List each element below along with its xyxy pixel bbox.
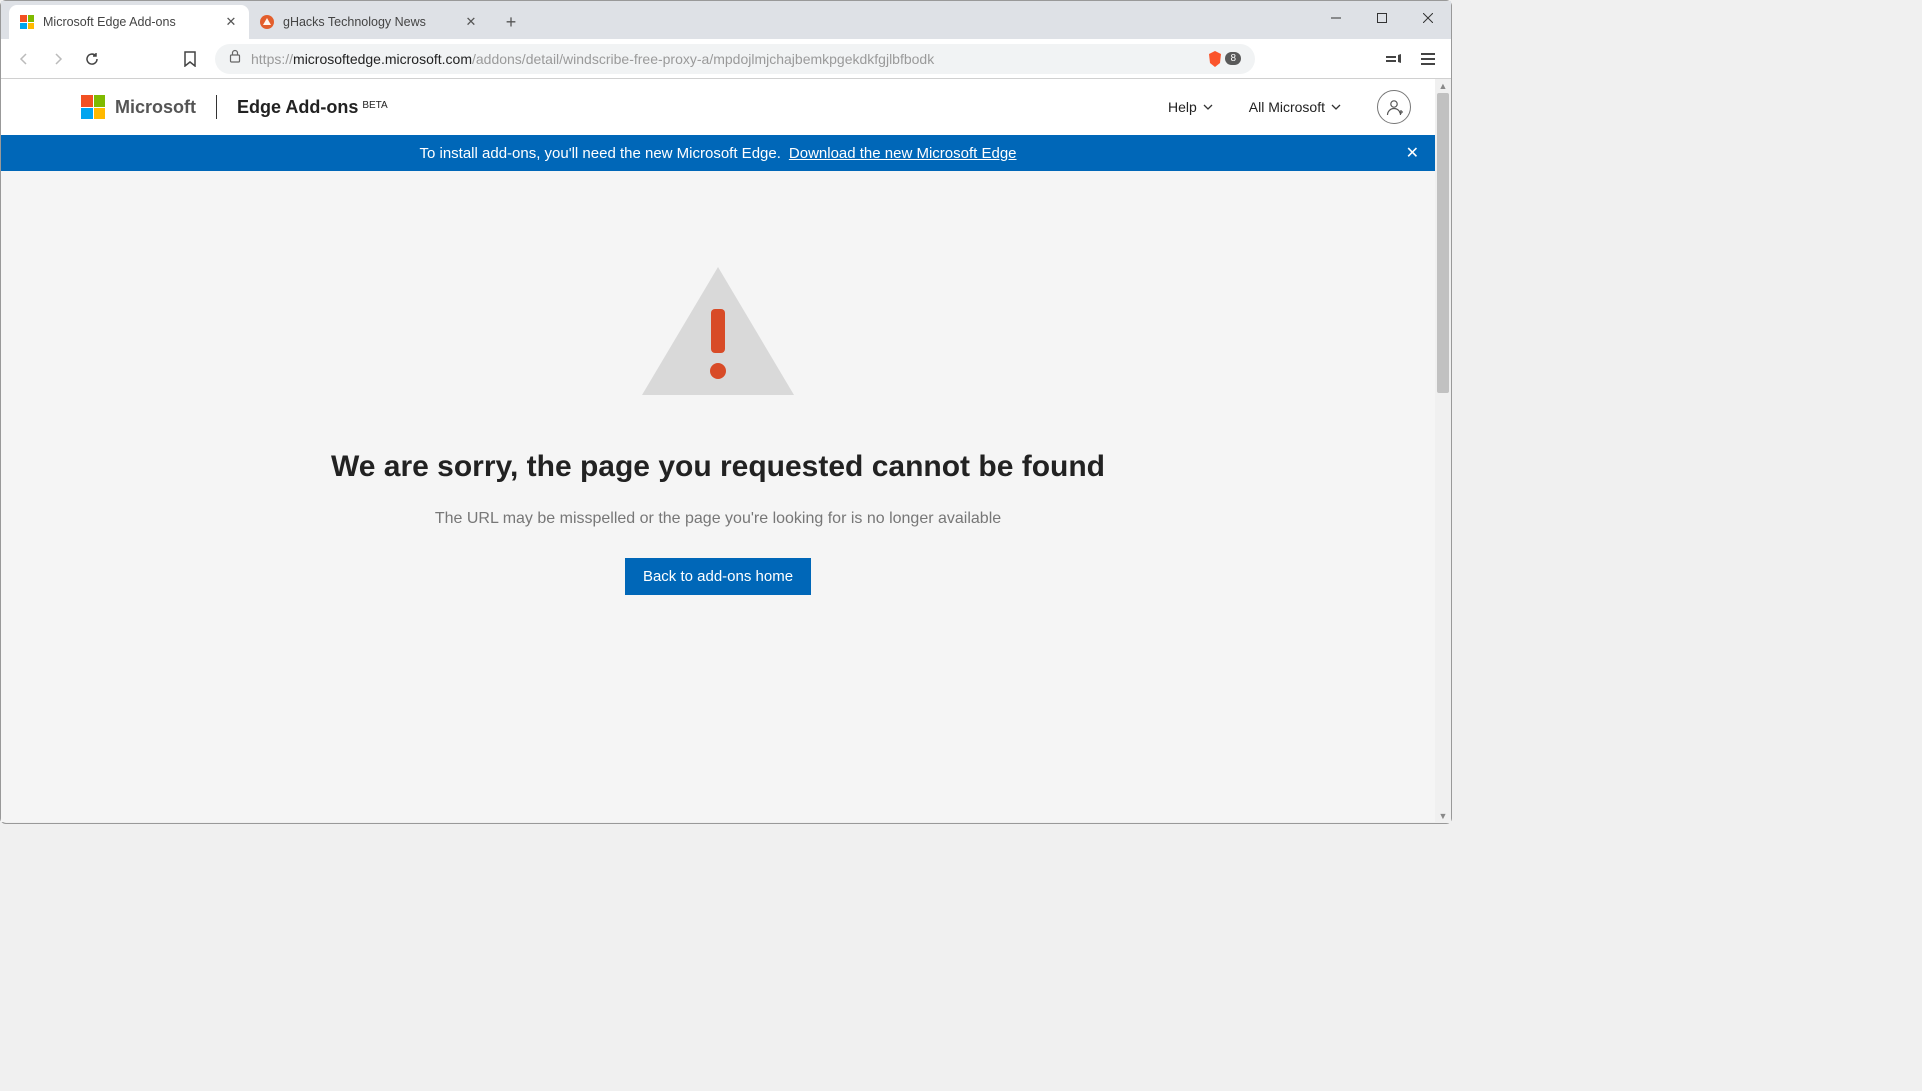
media-control-button[interactable] [1379, 44, 1409, 74]
brave-count-badge: 8 [1225, 52, 1241, 65]
site-header: Microsoft Edge Add-ons BETA Help All Mic… [1, 79, 1435, 135]
tab-strip: Microsoft Edge Add-ons ✕ gHacks Technolo… [1, 1, 1451, 39]
help-label: Help [1168, 99, 1197, 115]
warning-icon [638, 261, 798, 406]
bookmark-button[interactable] [175, 44, 205, 74]
error-title: We are sorry, the page you requested can… [1, 450, 1435, 484]
microsoft-brand-text: Microsoft [115, 97, 196, 118]
chevron-down-icon [1203, 104, 1213, 110]
ms-logo-icon [19, 14, 35, 30]
chevron-down-icon [1331, 104, 1341, 110]
brave-shields-icon[interactable]: 8 [1207, 50, 1241, 68]
download-banner: To install add-ons, you'll need the new … [1, 135, 1435, 171]
url-host: microsoftedge.microsoft.com [293, 51, 472, 67]
scroll-down-arrow-icon[interactable]: ▼ [1435, 809, 1451, 823]
help-link[interactable]: Help [1168, 99, 1213, 115]
toolbar: https://microsoftedge.microsoft.com/addo… [1, 39, 1451, 79]
banner-text: To install add-ons, you'll need the new … [419, 145, 780, 162]
forward-button[interactable] [43, 44, 73, 74]
all-microsoft-label: All Microsoft [1249, 99, 1325, 115]
vertical-scrollbar[interactable]: ▲ ▼ [1435, 79, 1451, 823]
back-button[interactable] [9, 44, 39, 74]
maximize-button[interactable] [1359, 1, 1405, 35]
window-controls [1313, 1, 1451, 35]
tab-title: gHacks Technology News [283, 15, 455, 29]
reload-button[interactable] [77, 44, 107, 74]
url-protocol: https:// [251, 51, 293, 67]
error-area: We are sorry, the page you requested can… [1, 171, 1435, 595]
ghacks-icon [259, 14, 275, 30]
tab-title: Microsoft Edge Add-ons [43, 15, 215, 29]
sign-in-avatar[interactable] [1377, 90, 1411, 124]
minimize-button[interactable] [1313, 1, 1359, 35]
close-icon[interactable]: ✕ [223, 14, 239, 30]
scrollbar-thumb[interactable] [1437, 93, 1449, 393]
product-name[interactable]: Edge Add-ons BETA [237, 97, 388, 118]
person-icon [1384, 97, 1404, 117]
banner-download-link[interactable]: Download the new Microsoft Edge [789, 145, 1017, 162]
url-bar[interactable]: https://microsoftedge.microsoft.com/addo… [215, 44, 1255, 74]
menu-button[interactable] [1413, 44, 1443, 74]
back-to-home-button[interactable]: Back to add-ons home [625, 558, 811, 595]
microsoft-logo-block[interactable]: Microsoft [81, 95, 196, 119]
new-tab-button[interactable]: + [497, 8, 525, 36]
banner-close-button[interactable]: ✕ [1406, 143, 1419, 163]
microsoft-logo-icon [81, 95, 105, 119]
close-window-button[interactable] [1405, 1, 1451, 35]
product-badge: BETA [362, 100, 387, 111]
url-path: /addons/detail/windscribe-free-proxy-a/m… [472, 51, 934, 67]
url-text: https://microsoftedge.microsoft.com/addo… [251, 51, 1197, 67]
close-icon[interactable]: ✕ [463, 14, 479, 30]
scroll-up-arrow-icon[interactable]: ▲ [1435, 79, 1451, 93]
lock-icon [229, 49, 241, 68]
site-header-right: Help All Microsoft [1168, 90, 1411, 124]
browser-chrome: Microsoft Edge Add-ons ✕ gHacks Technolo… [1, 1, 1451, 79]
all-microsoft-link[interactable]: All Microsoft [1249, 99, 1341, 115]
error-subtitle: The URL may be misspelled or the page yo… [1, 510, 1435, 528]
product-label: Edge Add-ons [237, 97, 358, 118]
tab-addons[interactable]: Microsoft Edge Add-ons ✕ [9, 5, 249, 39]
tab-ghacks[interactable]: gHacks Technology News ✕ [249, 5, 489, 39]
header-divider [216, 95, 217, 119]
page-content: Microsoft Edge Add-ons BETA Help All Mic… [1, 79, 1435, 822]
